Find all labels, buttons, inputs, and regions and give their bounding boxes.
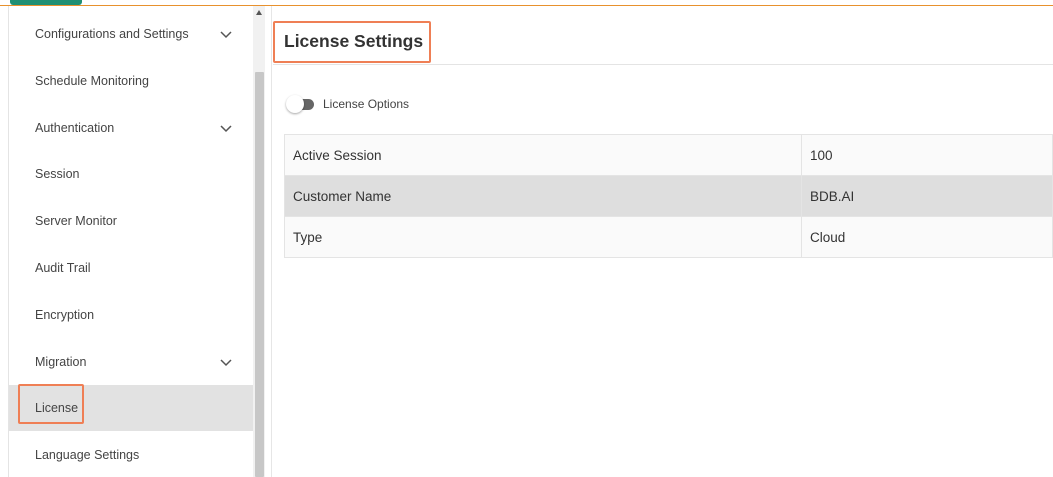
scrollbar-thumb[interactable]	[255, 72, 264, 477]
sidebar: Configurations and Settings Schedule Mon…	[8, 6, 253, 477]
license-key-cell: Type	[284, 216, 802, 258]
toggle-knob	[286, 95, 304, 113]
table-row: Customer Name BDB.AI	[284, 175, 1053, 217]
license-key-cell: Active Session	[284, 134, 802, 176]
table-row: Active Session 100	[284, 134, 1053, 176]
sidebar-item-label: Audit Trail	[35, 261, 91, 275]
sidebar-item-label: Configurations and Settings	[35, 27, 189, 41]
license-value-cell: Cloud	[801, 216, 1053, 258]
sidebar-item-configurations-and-settings[interactable]: Configurations and Settings	[9, 11, 253, 57]
license-options-toggle[interactable]	[286, 94, 316, 114]
sidebar-item-server-monitor[interactable]: Server Monitor	[9, 198, 253, 244]
license-value-cell: 100	[801, 134, 1053, 176]
sidebar-item-license[interactable]: License	[9, 385, 253, 431]
main-panel: License Settings License Options Active …	[272, 6, 1053, 477]
chevron-down-icon[interactable]	[219, 123, 233, 133]
sidebar-item-label: Schedule Monitoring	[35, 74, 149, 88]
sidebar-item-audit-trail[interactable]: Audit Trail	[9, 245, 253, 291]
sidebar-item-schedule-monitoring[interactable]: Schedule Monitoring	[9, 58, 253, 104]
sidebar-item-label: Migration	[35, 355, 87, 369]
sidebar-item-session[interactable]: Session	[9, 151, 253, 197]
license-key-cell: Customer Name	[284, 175, 802, 217]
scroll-up-arrow-icon[interactable]	[256, 10, 262, 15]
license-options-row: License Options	[286, 94, 409, 114]
sidebar-item-authentication[interactable]: Authentication	[9, 105, 253, 151]
license-options-label: License Options	[323, 97, 410, 111]
license-table: Active Session 100 Customer Name BDB.AI …	[284, 134, 1053, 258]
sidebar-item-label: Language Settings	[35, 448, 140, 462]
chevron-down-icon[interactable]	[219, 29, 233, 39]
title-divider	[273, 64, 1053, 65]
sidebar-item-label: Session	[35, 167, 80, 181]
sidebar-item-encryption[interactable]: Encryption	[9, 292, 253, 338]
sidebar-item-label: Encryption	[35, 308, 95, 322]
license-value-cell: BDB.AI	[801, 175, 1053, 217]
sidebar-item-label: Server Monitor	[35, 214, 117, 228]
sidebar-item-migration[interactable]: Migration	[9, 339, 253, 385]
chevron-down-icon[interactable]	[219, 357, 233, 367]
sidebar-item-label: License	[35, 401, 79, 415]
sidebar-item-language-settings[interactable]: Language Settings	[9, 432, 253, 477]
page-title: License Settings	[284, 31, 424, 51]
sidebar-item-label: Authentication	[35, 121, 115, 135]
sidebar-scrollbar[interactable]	[253, 6, 265, 477]
table-row: Type Cloud	[284, 216, 1053, 258]
